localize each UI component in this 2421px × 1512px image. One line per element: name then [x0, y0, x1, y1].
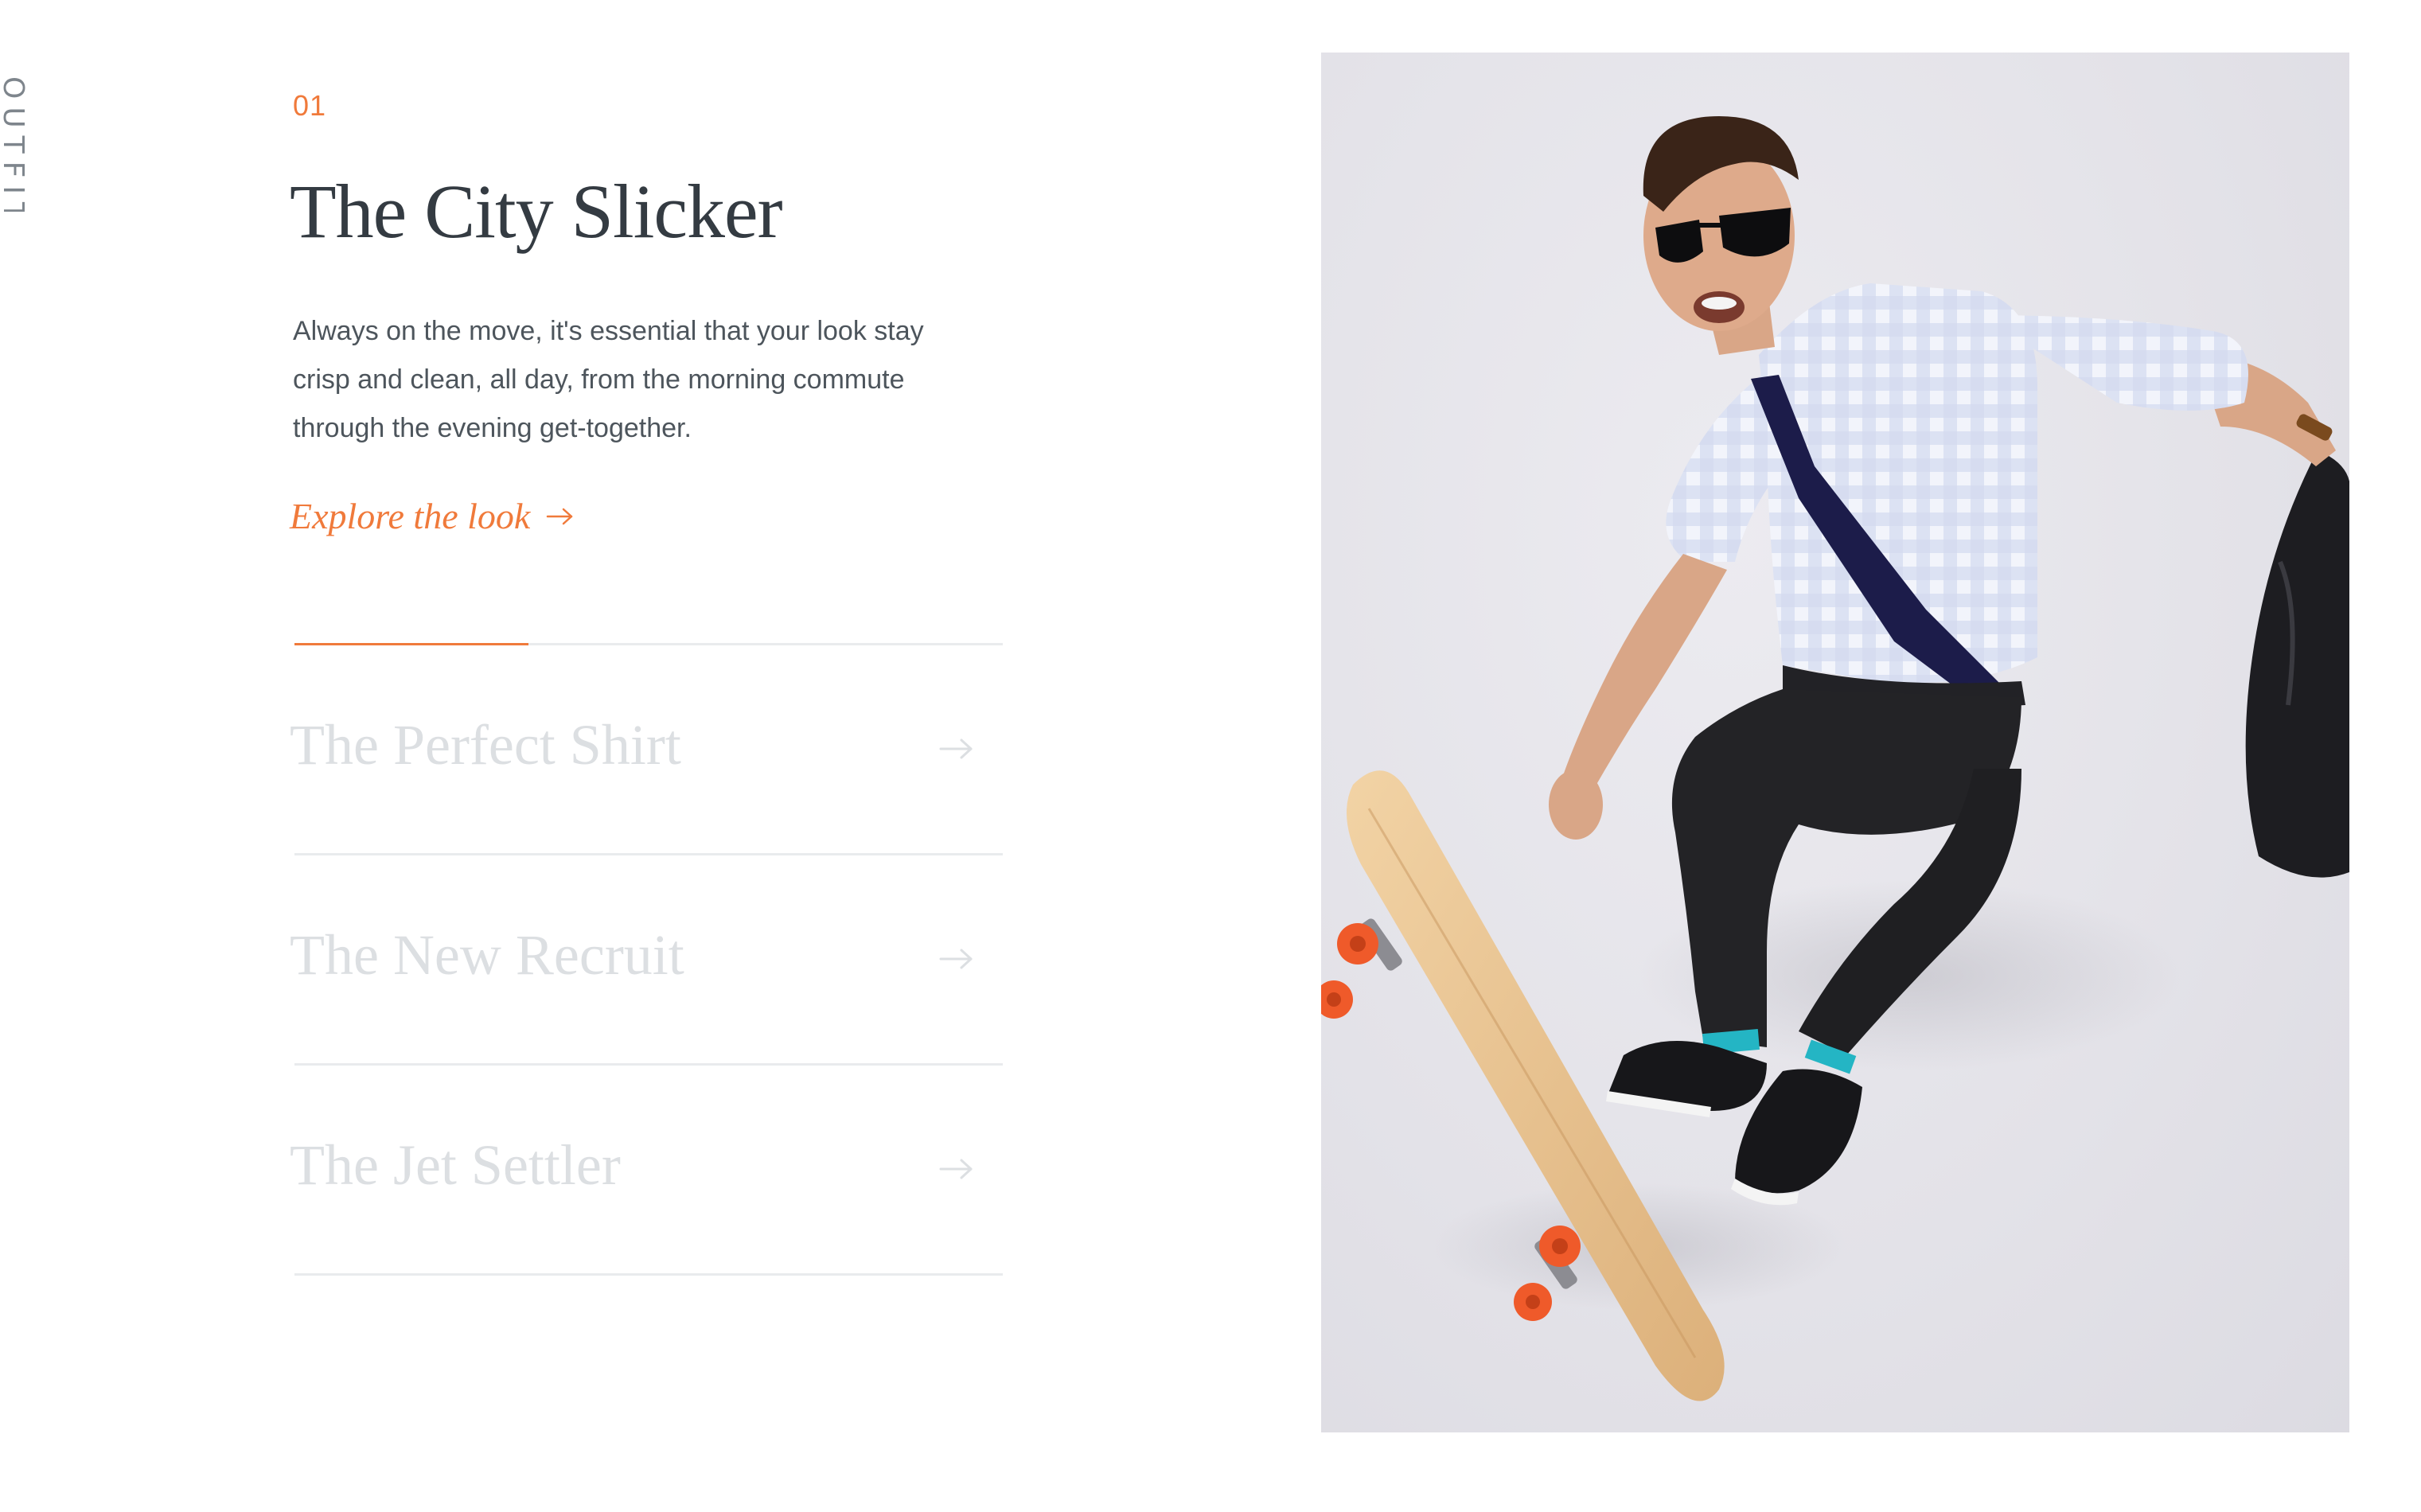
- side-section-label-text: OUTFITS: [0, 76, 29, 212]
- look-list-item-new-recruit[interactable]: The New Recruit: [290, 855, 1003, 1066]
- look-list-item-title: The New Recruit: [290, 923, 684, 987]
- hero-photo: [1321, 53, 2349, 1432]
- look-description: Always on the move, it's essential that …: [293, 316, 924, 443]
- arrow-right-icon: [939, 1159, 973, 1179]
- look-title: The City Slicker: [290, 169, 783, 254]
- look-list: The Perfect Shirt The New Recruit The Je…: [290, 645, 1006, 1276]
- explore-look-link[interactable]: Explore the look: [290, 495, 575, 537]
- look-list-item-title: The Jet Settler: [290, 1133, 621, 1197]
- explore-look-label: Explore the look: [290, 496, 531, 536]
- look-list-item-title: The Perfect Shirt: [290, 713, 681, 777]
- look-list-item-perfect-shirt[interactable]: The Perfect Shirt: [290, 645, 1003, 855]
- look-list-item-jet-settler[interactable]: The Jet Settler: [290, 1066, 1003, 1276]
- skateboarder-illustration: [1321, 116, 2349, 1401]
- arrow-right-icon: [939, 949, 973, 969]
- arrow-right-icon: [939, 738, 973, 759]
- look-details-panel: 01 The City Slicker Always on the move, …: [290, 0, 1006, 1512]
- look-number: 01: [293, 89, 327, 122]
- side-section-label: OUTFITS: [0, 76, 32, 212]
- arrow-right-icon: [547, 508, 573, 524]
